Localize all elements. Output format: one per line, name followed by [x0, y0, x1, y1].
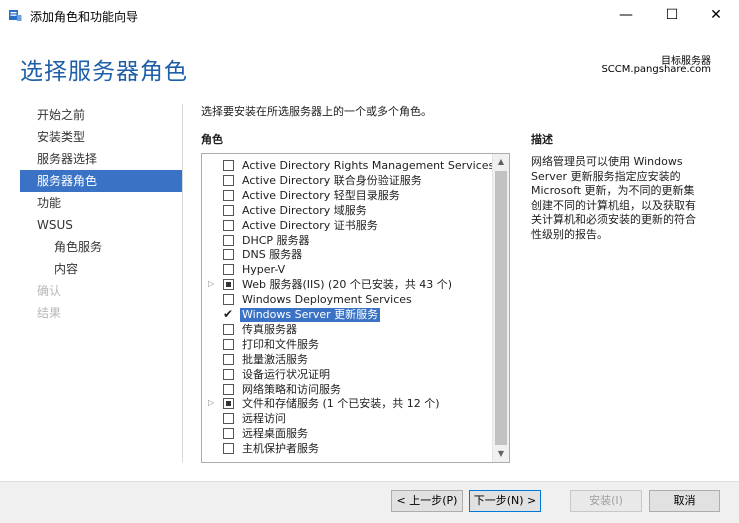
- role-checkbox[interactable]: [223, 368, 234, 380]
- role-row[interactable]: Hyper-V: [202, 263, 492, 278]
- role-label: Hyper-V: [242, 263, 286, 277]
- role-row[interactable]: Active Directory Rights Management Servi…: [202, 159, 495, 174]
- role-row[interactable]: 网络策略和访问服务: [202, 383, 492, 398]
- role-label: Windows Deployment Services: [242, 293, 412, 307]
- role-row[interactable]: Active Directory 证书服务: [202, 219, 492, 234]
- maximize-button[interactable]: ☐: [649, 0, 695, 30]
- role-label: Windows Server 更新服务: [240, 308, 381, 322]
- role-row[interactable]: 主机保护者服务: [202, 442, 492, 457]
- role-checkbox[interactable]: [223, 383, 234, 395]
- nav-item: 结果: [37, 306, 62, 320]
- role-label: Active Directory 轻型目录服务: [242, 188, 400, 202]
- role-row[interactable]: DNS 服务器: [202, 248, 492, 263]
- close-button[interactable]: ✕: [693, 0, 739, 30]
- description-text: 网络管理员可以使用 Windows Server 更新服务指定应安装的 Micr…: [531, 155, 696, 241]
- role-checkbox[interactable]: [223, 234, 234, 246]
- role-checkbox[interactable]: [223, 294, 234, 306]
- wizard-nav: 开始之前 安装类型 服务器选择 服务器角色 功能 WSUS 角色服务 内容确认结果: [20, 104, 182, 324]
- role-row[interactable]: Active Directory 域服务: [202, 204, 492, 219]
- server-manager-icon: [9, 10, 22, 21]
- role-label: 设备运行状况证明: [242, 367, 330, 381]
- role-label: 远程桌面服务: [242, 427, 308, 441]
- role-checkbox[interactable]: [223, 443, 234, 455]
- role-label: Web 服务器(IIS) (20 个已安装，共 43 个): [242, 278, 453, 292]
- role-label: DHCP 服务器: [242, 233, 310, 247]
- role-label: 打印和文件服务: [242, 337, 319, 351]
- role-row[interactable]: ✔ Windows Server 更新服务: [202, 308, 492, 323]
- expand-arrow-icon[interactable]: ▷: [208, 279, 214, 288]
- role-label: Active Directory 证书服务: [242, 218, 378, 232]
- role-row[interactable]: ▷ 文件和存储服务 (1 个已安装，共 12 个): [202, 397, 492, 412]
- role-checkbox[interactable]: [223, 353, 234, 365]
- role-label: DNS 服务器: [242, 248, 303, 262]
- nav-item[interactable]: 服务器角色: [20, 170, 182, 192]
- title-bar: 添加角色和功能向导 — ☐ ✕: [0, 0, 739, 30]
- role-checkbox[interactable]: [223, 413, 234, 425]
- previous-button[interactable]: < 上一步(P): [391, 490, 463, 512]
- nav-item[interactable]: 功能: [20, 192, 182, 214]
- minimize-button[interactable]: —: [603, 0, 649, 30]
- expand-arrow-icon[interactable]: ▷: [208, 398, 214, 407]
- role-label: 主机保护者服务: [242, 442, 319, 456]
- window-title: 添加角色和功能向导: [30, 10, 139, 24]
- role-label: Active Directory 联合身份验证服务: [242, 173, 422, 187]
- role-row[interactable]: 远程桌面服务: [202, 427, 492, 442]
- role-row[interactable]: ▷ Web 服务器(IIS) (20 个已安装，共 43 个): [202, 278, 492, 293]
- nav-item: 确认: [37, 284, 62, 298]
- role-label: 文件和存储服务 (1 个已安装，共 12 个): [242, 397, 440, 411]
- role-label: 传真服务器: [242, 322, 297, 336]
- nav-item[interactable]: 开始之前: [20, 104, 182, 126]
- instruction-text: 选择要安装在所选服务器上的一个或多个角色。: [201, 105, 432, 118]
- role-row[interactable]: Windows Deployment Services: [202, 293, 492, 308]
- role-row[interactable]: 传真服务器: [202, 323, 492, 338]
- role-checkbox[interactable]: [223, 428, 234, 440]
- cancel-button[interactable]: 取消: [649, 490, 720, 512]
- role-label: 远程访问: [242, 412, 286, 426]
- nav-item[interactable]: WSUS: [20, 214, 182, 236]
- role-checkbox[interactable]: [223, 338, 234, 350]
- page-title: 选择服务器角色: [20, 59, 188, 85]
- role-row[interactable]: Active Directory 轻型目录服务: [202, 189, 492, 204]
- role-row[interactable]: 批量激活服务: [202, 353, 492, 368]
- role-checkbox[interactable]: [223, 219, 234, 231]
- scroll-down-arrow-icon[interactable]: ▼: [493, 446, 509, 462]
- nav-item[interactable]: 服务器选择: [20, 148, 182, 170]
- role-label: Active Directory 域服务: [242, 203, 367, 217]
- scrollbar-thumb[interactable]: [495, 171, 507, 445]
- role-checkbox[interactable]: [223, 174, 234, 186]
- nav-item[interactable]: 内容: [20, 258, 182, 280]
- role-checkbox[interactable]: [223, 189, 234, 201]
- description-header: 描述: [531, 133, 553, 146]
- role-row[interactable]: 打印和文件服务: [202, 338, 492, 353]
- role-checkbox[interactable]: [223, 249, 234, 261]
- role-row[interactable]: Active Directory 联合身份验证服务: [202, 174, 492, 189]
- scroll-up-arrow-icon[interactable]: ▲: [493, 154, 509, 170]
- next-button[interactable]: 下一步(N) >: [469, 490, 541, 512]
- role-checkbox[interactable]: [223, 204, 234, 216]
- nav-item[interactable]: 角色服务: [20, 236, 182, 258]
- target-server-name: SCCM.pangshare.com: [601, 64, 711, 75]
- role-row[interactable]: 设备运行状况证明: [202, 368, 492, 383]
- role-checkbox[interactable]: [223, 160, 234, 171]
- role-checkbox[interactable]: [223, 264, 234, 276]
- role-checkbox[interactable]: [223, 323, 234, 335]
- roles-scrollbar[interactable]: ▲ ▼: [492, 154, 509, 462]
- role-row[interactable]: DHCP 服务器: [202, 234, 492, 249]
- roles-list[interactable]: Active Directory Rights Management Servi…: [201, 153, 510, 463]
- install-button[interactable]: 安装(I): [570, 490, 642, 512]
- role-checkbox[interactable]: [223, 279, 234, 291]
- nav-item[interactable]: 安装类型: [20, 126, 182, 148]
- role-label: 批量激活服务: [242, 352, 308, 366]
- role-label: 网络策略和访问服务: [242, 382, 341, 396]
- role-checkbox[interactable]: [223, 398, 234, 410]
- role-checkbox[interactable]: ✔: [223, 308, 234, 320]
- role-label: Active Directory Rights Management Servi…: [242, 159, 495, 172]
- role-row[interactable]: 远程访问: [202, 412, 492, 427]
- nav-divider: [182, 104, 183, 462]
- roles-header: 角色: [201, 133, 223, 146]
